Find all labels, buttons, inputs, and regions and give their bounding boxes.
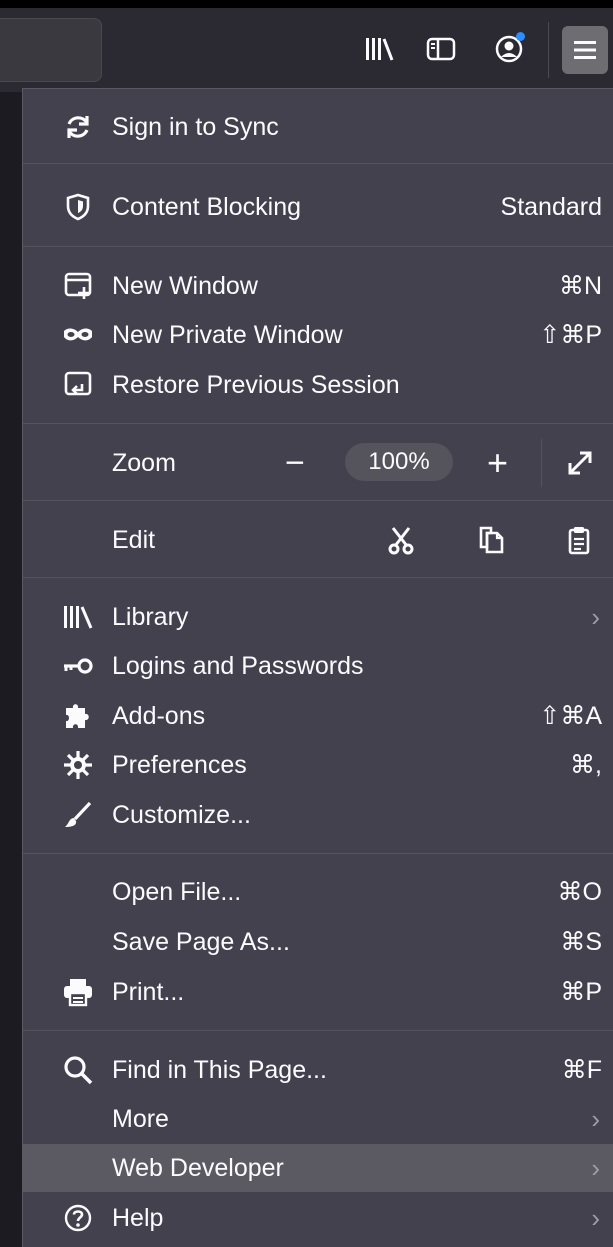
menu-item-label: Logins and Passwords: [112, 651, 364, 680]
menu-item-label: Print...: [112, 977, 185, 1006]
shortcut-label: ⌘S: [560, 928, 602, 956]
menu-separator: [23, 423, 613, 424]
menu-item-new-private-window[interactable]: New Private Window ⇧⌘P: [23, 311, 613, 359]
menu-item-addons[interactable]: Add-ons ⇧⌘A: [23, 692, 613, 740]
paintbrush-icon: [61, 798, 95, 832]
menu-item-label: Save Page As...: [112, 927, 290, 956]
notification-dot: [516, 32, 525, 41]
menu-item-new-window[interactable]: New Window ⌘N: [23, 262, 613, 310]
library-icon[interactable]: [362, 32, 396, 66]
new-window-icon: [61, 269, 95, 303]
copy-icon[interactable]: [474, 523, 508, 557]
menu-item-label: Add-ons: [112, 701, 206, 730]
shortcut-label: ⌘F: [561, 1056, 602, 1084]
menu-item-open-file[interactable]: Open File... ⌘O: [23, 868, 613, 916]
zoom-label: Zoom: [112, 448, 176, 477]
menu-item-label: Find in This Page...: [112, 1055, 327, 1084]
zoom-reset-button[interactable]: 100%: [345, 443, 453, 481]
help-icon: [61, 1201, 95, 1235]
menu-item-more[interactable]: More ›: [23, 1095, 613, 1143]
printer-icon: [61, 975, 95, 1009]
private-mask-icon: [61, 318, 95, 352]
shortcut-label: ⌘,: [570, 751, 602, 779]
menu-item-print[interactable]: Print... ⌘P: [23, 968, 613, 1016]
edit-label: Edit: [112, 525, 156, 554]
key-icon: [61, 649, 95, 683]
menu-item-label: Sign in to Sync: [112, 112, 279, 141]
shortcut-label: ⇧⌘P: [539, 321, 602, 349]
menu-separator: [23, 500, 613, 501]
puzzle-piece-icon: [61, 699, 95, 733]
zoom-in-button[interactable]: +: [487, 439, 508, 487]
menu-item-help[interactable]: Help ›: [23, 1194, 613, 1242]
sidebar-icon[interactable]: [424, 32, 458, 66]
menu-separator: [23, 163, 613, 164]
content-blocking-status: Standard: [500, 192, 602, 221]
shortcut-label: ⌘P: [560, 978, 602, 1006]
chevron-right-icon: ›: [591, 1103, 600, 1134]
shortcut-label: ⌘O: [557, 878, 602, 906]
gear-icon: [61, 748, 95, 782]
menu-item-edit: Edit: [23, 516, 613, 564]
menu-item-sync[interactable]: Sign in to Sync: [23, 103, 613, 151]
chevron-right-icon: ›: [591, 1152, 600, 1183]
restore-session-icon: [61, 368, 95, 402]
shield-icon: [61, 190, 95, 224]
menu-item-label: More: [112, 1104, 169, 1133]
menu-separator: [23, 1030, 613, 1031]
menu-item-label: Customize...: [112, 800, 251, 829]
library-icon: [61, 600, 95, 634]
search-icon: [61, 1053, 95, 1087]
account-icon[interactable]: [492, 32, 526, 66]
menu-item-customize[interactable]: Customize...: [23, 791, 613, 839]
menu-item-preferences[interactable]: Preferences ⌘,: [23, 741, 613, 789]
menu-item-label: New Window: [112, 271, 258, 300]
url-bar[interactable]: [0, 18, 102, 82]
menu-item-label: Restore Previous Session: [112, 370, 400, 399]
menu-item-web-developer[interactable]: Web Developer ›: [23, 1144, 613, 1192]
page-background: [0, 92, 22, 1247]
menu-item-label: Preferences: [112, 750, 247, 779]
app-menu-panel: Sign in to Sync Content Blocking Standar…: [22, 88, 613, 1247]
zoom-separator: [541, 439, 542, 487]
menu-item-restore-session[interactable]: Restore Previous Session: [23, 361, 613, 409]
fullscreen-icon[interactable]: [563, 446, 597, 480]
menu-item-zoom: Zoom − 100% +: [23, 439, 613, 487]
menu-item-label: Library: [112, 602, 189, 631]
chevron-right-icon: ›: [591, 1202, 600, 1233]
toolbar-separator: [548, 22, 549, 78]
paste-icon[interactable]: [562, 523, 596, 557]
menu-button[interactable]: [562, 26, 608, 74]
shortcut-label: ⇧⌘A: [539, 702, 602, 730]
menu-separator: [23, 853, 613, 854]
zoom-out-button[interactable]: −: [285, 439, 305, 487]
cut-icon[interactable]: [384, 523, 418, 557]
shortcut-label: ⌘N: [558, 272, 602, 300]
chevron-right-icon: ›: [591, 601, 600, 632]
browser-toolbar: [0, 0, 613, 92]
menu-item-label: Open File...: [112, 877, 242, 906]
hamburger-icon: [574, 41, 596, 59]
menu-item-library[interactable]: Library ›: [23, 593, 613, 641]
menu-item-label: New Private Window: [112, 320, 343, 349]
menu-item-label: Content Blocking: [112, 192, 302, 221]
menu-item-find[interactable]: Find in This Page... ⌘F: [23, 1046, 613, 1094]
menu-item-content-blocking[interactable]: Content Blocking Standard: [23, 183, 613, 231]
menu-item-logins[interactable]: Logins and Passwords: [23, 642, 613, 690]
menu-separator: [23, 246, 613, 247]
menu-separator: [23, 577, 613, 578]
menu-item-save-page[interactable]: Save Page As... ⌘S: [23, 918, 613, 966]
sync-icon: [61, 110, 95, 144]
menu-item-label: Help: [112, 1203, 164, 1232]
menu-item-label: Web Developer: [112, 1153, 284, 1182]
